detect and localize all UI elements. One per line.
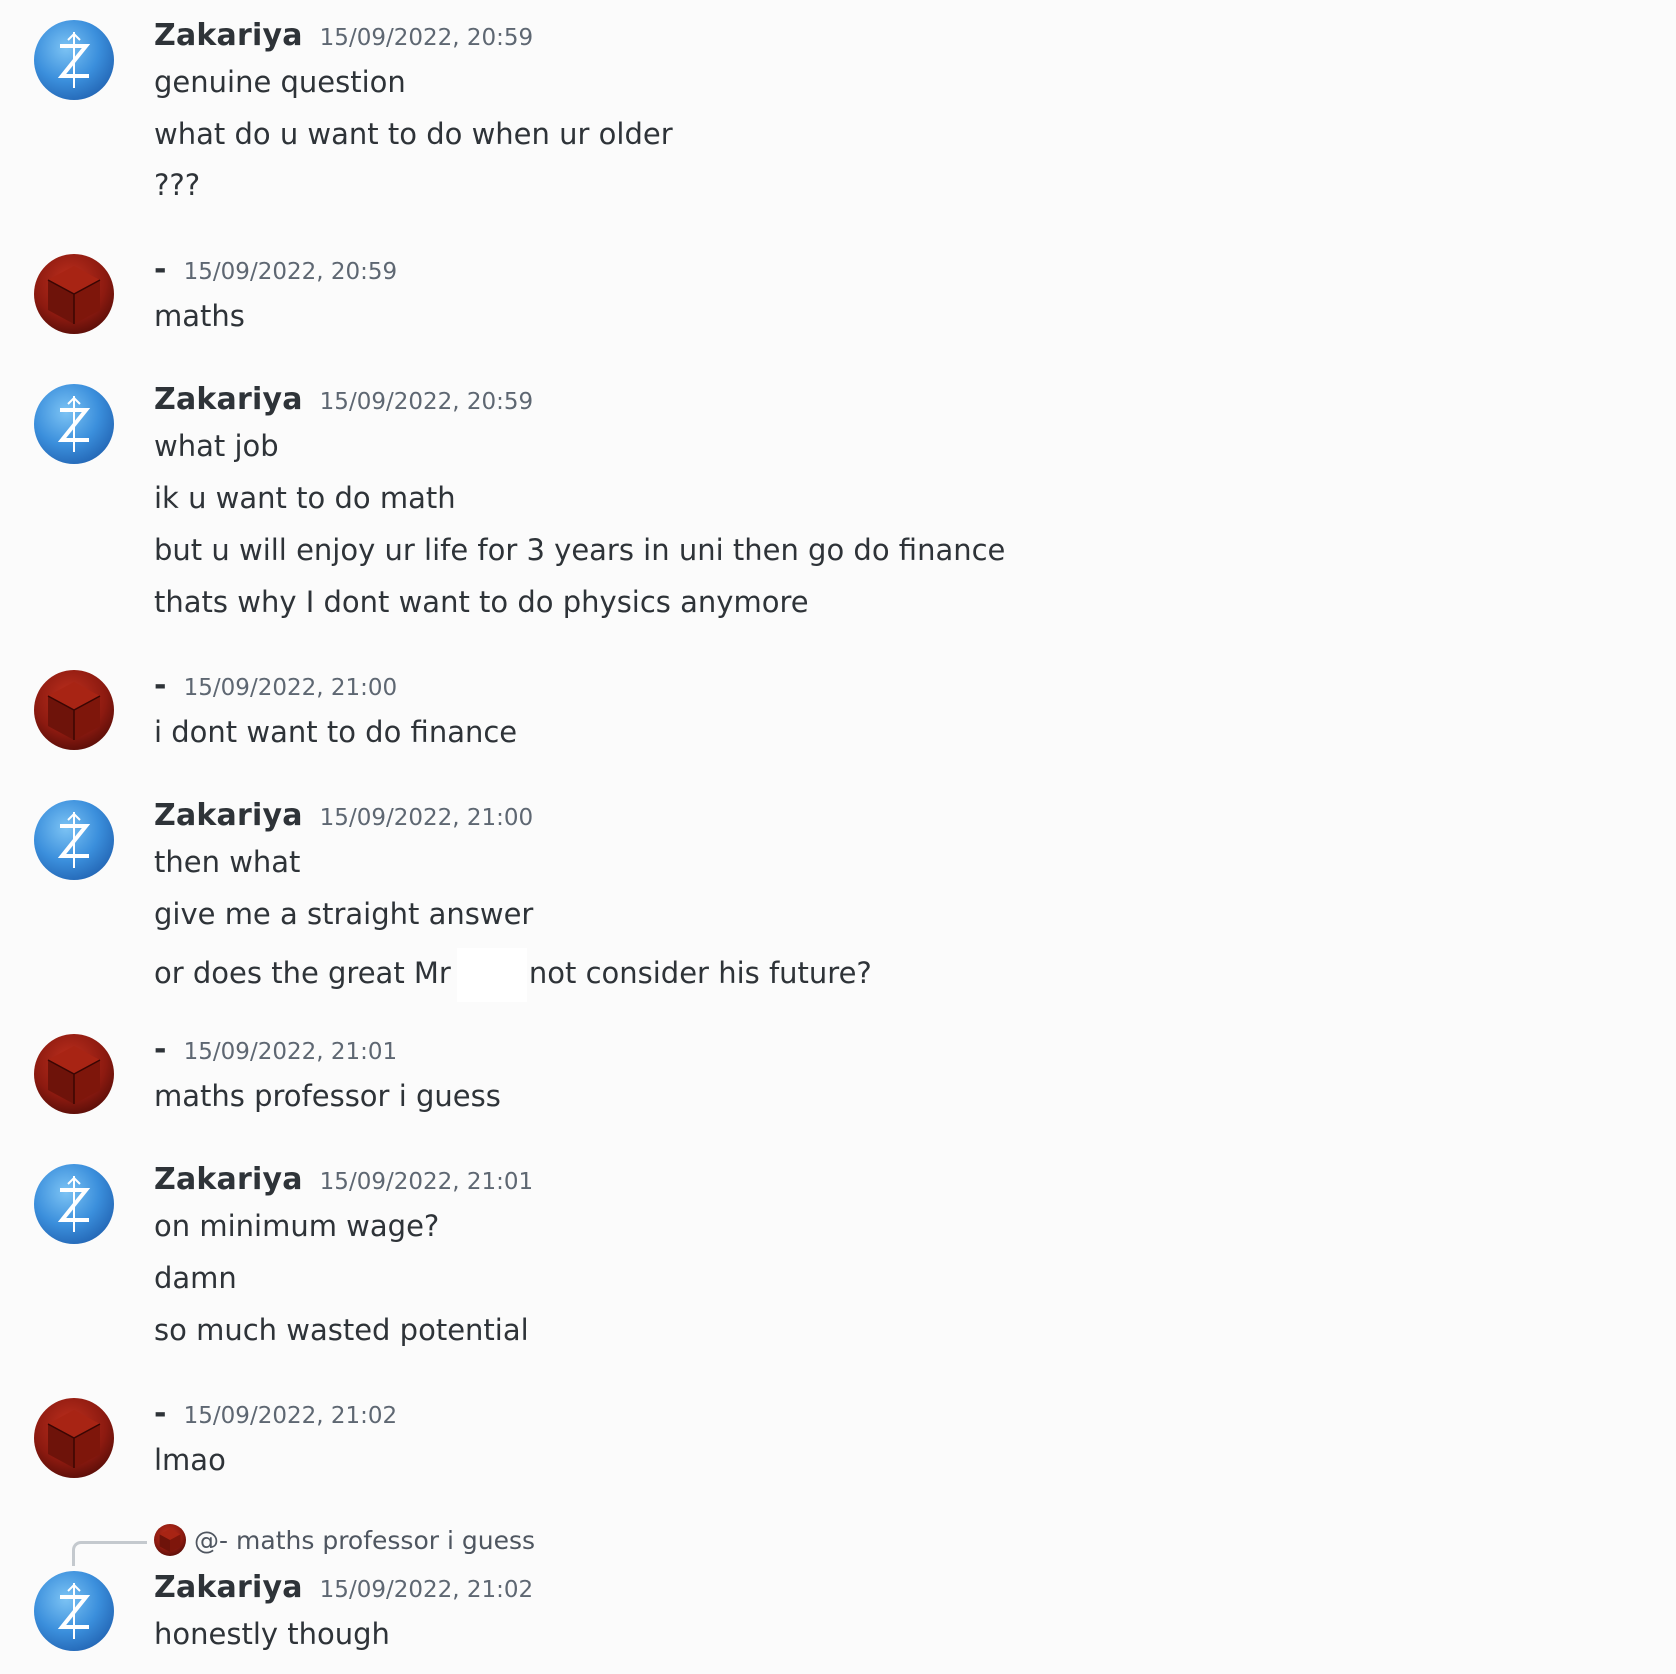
reply-spine [72, 1541, 147, 1566]
message-header: Zakariya 15/09/2022, 20:59 [154, 18, 533, 53]
red-cube-avatar-icon[interactable] [34, 1034, 114, 1114]
zelda-z-avatar-icon[interactable] [34, 384, 114, 464]
timestamp[interactable]: 15/09/2022, 21:02 [320, 1577, 533, 1603]
reply-text: maths professor i guess [236, 1525, 536, 1555]
timestamp[interactable]: 15/09/2022, 20:59 [320, 25, 533, 51]
message-text: genuine question [154, 65, 406, 99]
zelda-z-avatar-icon[interactable] [34, 20, 114, 100]
timestamp[interactable]: 15/09/2022, 21:01 [184, 1039, 397, 1065]
red-cube-avatar-icon [154, 1524, 186, 1556]
red-cube-avatar-icon[interactable] [34, 254, 114, 334]
timestamp[interactable]: 15/09/2022, 21:00 [184, 675, 397, 701]
message-text: what do u want to do when ur older [154, 117, 673, 151]
message-text: honestly though [154, 1617, 390, 1651]
red-cube-avatar-icon[interactable] [34, 1398, 114, 1478]
message-text: give me a straight answer [154, 897, 534, 931]
username[interactable]: Zakariya [154, 1162, 303, 1197]
message-text-before: or does the great Mr [154, 956, 451, 990]
username[interactable]: Zakariya [154, 18, 303, 53]
message-text-redacted: or does the great Mr not consider his fut… [154, 948, 872, 1002]
redaction-box [456, 948, 527, 1002]
username[interactable]: Zakariya [154, 1570, 303, 1605]
username[interactable]: Zakariya [154, 382, 303, 417]
message-text: i dont want to do finance [154, 715, 518, 749]
reply-mention[interactable]: @- [194, 1526, 228, 1555]
message-header: Zakariya 15/09/2022, 21:00 [154, 798, 533, 833]
timestamp[interactable]: 15/09/2022, 21:01 [320, 1169, 533, 1195]
message-text: on minimum wage? [154, 1209, 440, 1243]
message-text: maths [154, 299, 245, 333]
message-text: ik u want to do math [154, 481, 456, 515]
username[interactable]: - [154, 252, 167, 287]
message-text-after: not consider his future? [528, 956, 872, 990]
zelda-z-avatar-icon[interactable] [34, 1571, 114, 1651]
username[interactable]: - [154, 1396, 167, 1431]
username[interactable]: - [154, 1032, 167, 1067]
timestamp[interactable]: 15/09/2022, 21:00 [320, 805, 533, 831]
message-header: - 15/09/2022, 21:01 [154, 1032, 397, 1067]
message-header: Zakariya 15/09/2022, 20:59 [154, 382, 533, 417]
message-text: so much wasted potential [154, 1313, 529, 1347]
message-text: maths professor i guess [154, 1079, 501, 1113]
message-text: then what [154, 845, 301, 879]
message-header: Zakariya 15/09/2022, 21:02 [154, 1570, 533, 1605]
timestamp[interactable]: 15/09/2022, 20:59 [320, 389, 533, 415]
message-header: - 15/09/2022, 20:59 [154, 252, 397, 287]
message-text: thats why I dont want to do physics anym… [154, 585, 809, 619]
timestamp[interactable]: 15/09/2022, 20:59 [184, 259, 397, 285]
message-header: Zakariya 15/09/2022, 21:01 [154, 1162, 533, 1197]
message-text: damn [154, 1261, 237, 1295]
reply-preview[interactable]: @- maths professor i guess [154, 1524, 535, 1556]
zelda-z-avatar-icon[interactable] [34, 1164, 114, 1244]
message-text: ??? [154, 168, 201, 202]
chat-log: Zakariya 15/09/2022, 20:59 genuine quest… [0, 0, 1676, 1674]
message-header: - 15/09/2022, 21:00 [154, 668, 397, 703]
zelda-z-avatar-icon[interactable] [34, 800, 114, 880]
red-cube-avatar-icon[interactable] [34, 670, 114, 750]
username[interactable]: Zakariya [154, 798, 303, 833]
message-text: what job [154, 429, 279, 463]
timestamp[interactable]: 15/09/2022, 21:02 [184, 1403, 397, 1429]
message-header: - 15/09/2022, 21:02 [154, 1396, 397, 1431]
username[interactable]: - [154, 668, 167, 703]
message-text: but u will enjoy ur life for 3 years in … [154, 533, 1006, 567]
message-text: lmao [154, 1443, 226, 1477]
